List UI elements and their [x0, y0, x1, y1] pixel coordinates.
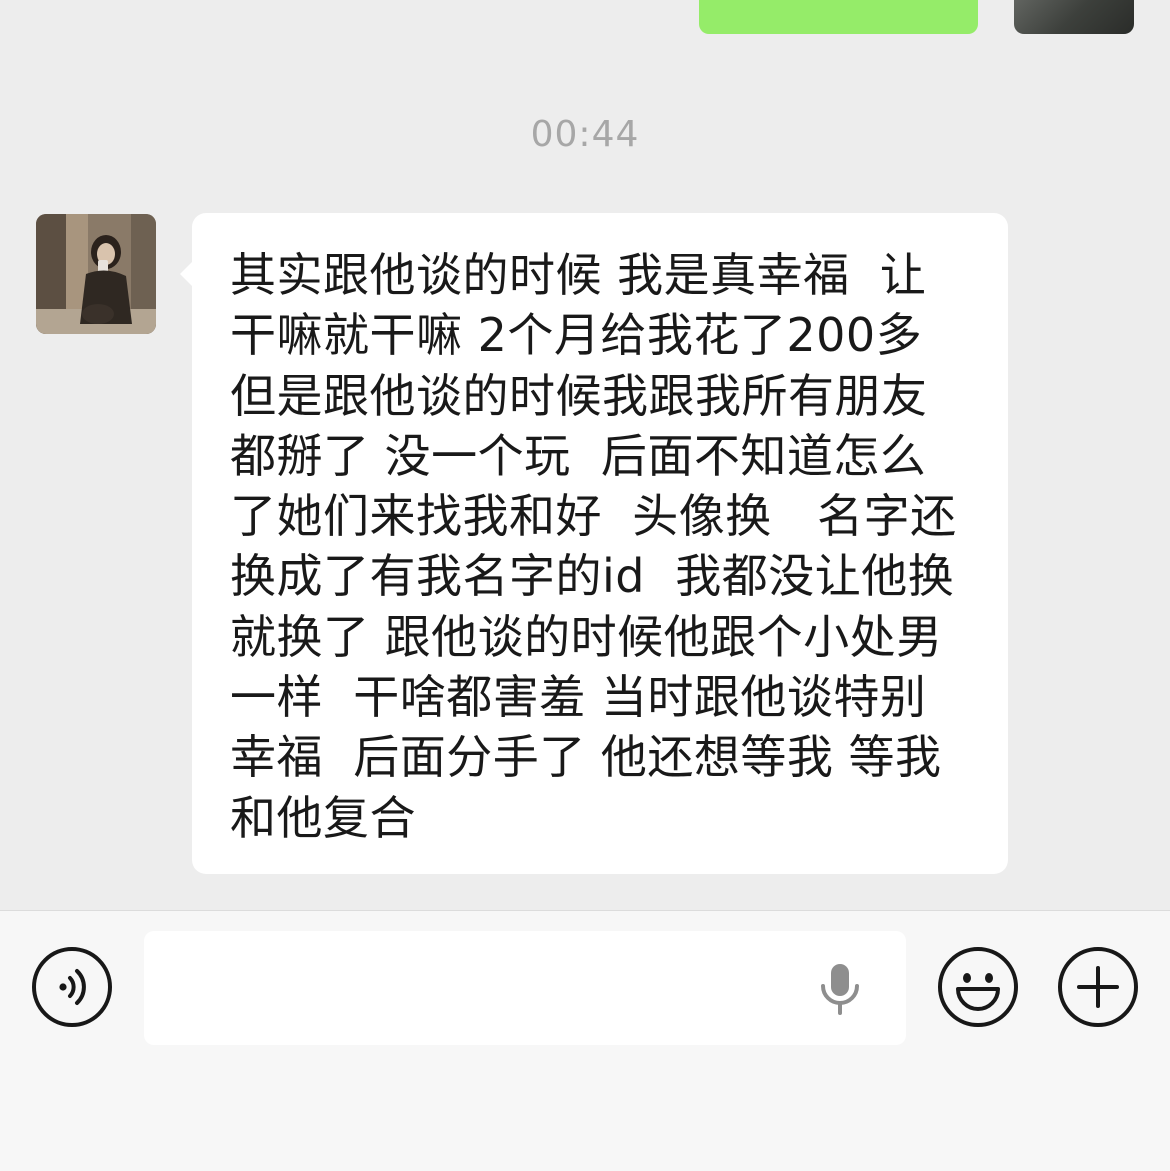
sender-avatar[interactable] [1014, 0, 1134, 34]
message-line: 换成了有我名字的id 我都没让他换 [230, 549, 955, 604]
voice-mode-button[interactable] [32, 947, 112, 1027]
microphone-icon[interactable] [818, 961, 862, 1017]
contact-avatar-photo [36, 214, 156, 334]
message-line: 干嘛就干嘛 2个月给我花了200多 [230, 308, 923, 363]
voice-mode-icon [59, 969, 86, 1005]
message-line: 和他复合 [230, 790, 416, 845]
more-options-button[interactable] [1058, 947, 1138, 1027]
sent-message-bubble[interactable] [699, 0, 978, 34]
message-line: 幸福 后面分手了 他还想等我 等我 [230, 730, 942, 785]
message-line: 一样 干啥都害羞 当时跟他谈特别 [230, 670, 927, 725]
message-timestamp: 00:44 [530, 114, 640, 155]
message-input[interactable] [144, 931, 906, 1045]
chat-area: 00:44 其实跟他谈的时候 我是真幸福 让 干嘛就干嘛 2个月给我花了200多… [0, 0, 1170, 910]
emoji-button[interactable] [938, 947, 1018, 1027]
plus-icon [1077, 966, 1119, 1008]
message-line: 都掰了 没一个玩 后面不知道怎么 [230, 428, 927, 483]
received-message-bubble[interactable]: 其实跟他谈的时候 我是真幸福 让 干嘛就干嘛 2个月给我花了200多 但是跟他谈… [180, 213, 1008, 874]
message-line: 但是跟他谈的时候我跟我所有朋友 [230, 368, 928, 423]
message-line: 了她们来找我和好 头像换 名字还 [230, 489, 957, 544]
contact-avatar[interactable] [36, 214, 156, 334]
emoji-icon [956, 973, 1000, 1011]
message-line: 就换了 跟他谈的时候他跟个小处男 [230, 609, 943, 664]
message-line: 其实跟他谈的时候 我是真幸福 让 [230, 248, 927, 302]
